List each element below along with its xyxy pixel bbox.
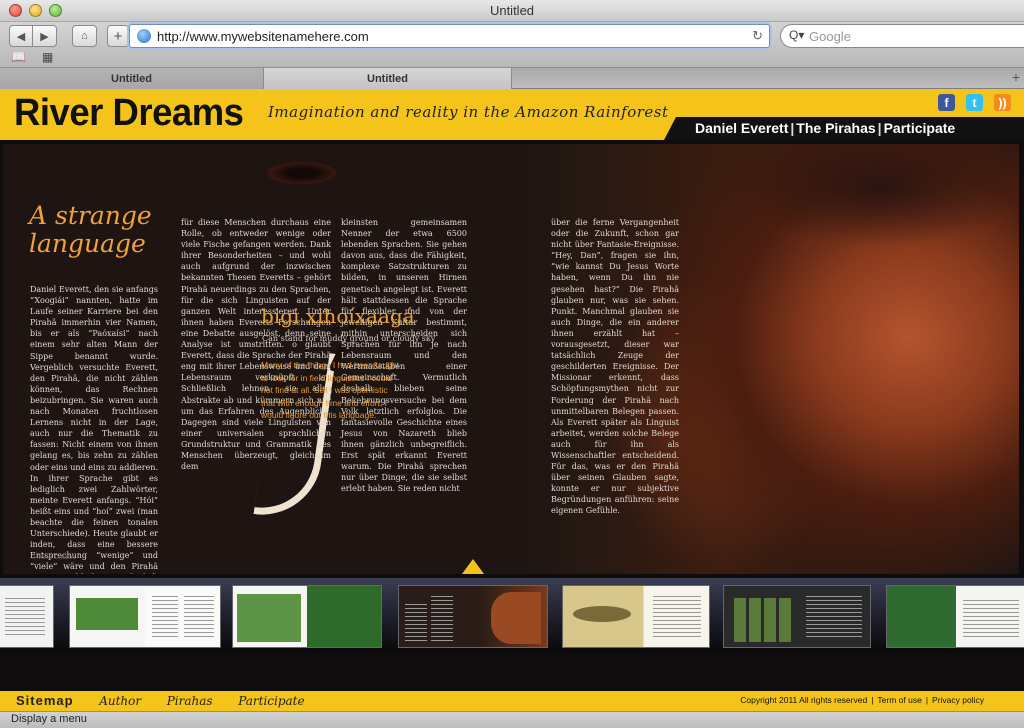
globe-icon [137, 29, 151, 43]
status-text: Display a menu [11, 713, 87, 725]
search-placeholder: Google [809, 29, 851, 44]
page-thumbnail[interactable] [562, 585, 710, 648]
footer-separator: | [925, 695, 929, 705]
pull-quote: Many of the things I had been taught to … [261, 360, 399, 420]
article-column-3: kleinsten gemeinsamen Nenner der etwa 65… [341, 218, 467, 494]
article-column-1: Daniel Everett, den sie anfangs “Xoogiái… [30, 285, 158, 574]
new-tab-button[interactable]: + [1012, 69, 1020, 85]
page-thumbnail[interactable] [886, 585, 1024, 648]
rss-icon[interactable]: )) [994, 94, 1011, 111]
twitter-icon[interactable]: t [966, 94, 983, 111]
page-thumbnail[interactable] [398, 585, 548, 648]
article-title: A strange language [29, 201, 152, 258]
home-button[interactable]: ⌂ [72, 25, 97, 47]
footer-sitemap[interactable]: Sitemap [16, 693, 74, 708]
portrait-eye [268, 162, 336, 184]
status-bar: Display a menu [0, 711, 1024, 728]
footer-link-author[interactable]: Author [99, 694, 141, 708]
add-bookmark-button[interactable]: + [107, 25, 129, 47]
page-thumbnail[interactable] [232, 585, 382, 648]
address-bar[interactable]: http://www.mywebsitenamehere.com ↻ [129, 24, 770, 48]
tab-1[interactable]: Untitled [0, 68, 264, 89]
footer-separator: | [871, 695, 874, 705]
top-navigation: Daniel Everett | The Pirahas | Participate [664, 117, 1024, 140]
back-button[interactable]: ◀ [9, 25, 33, 47]
window-title: Untitled [489, 3, 535, 18]
tab-bar: Untitled Untitled + [0, 68, 1024, 89]
page-thumbnail[interactable] [0, 585, 54, 648]
footer-terms-link[interactable]: Term of use [877, 695, 921, 705]
pull-heading: bigi xihoíxaagá [261, 304, 415, 328]
nav-the-pirahas[interactable]: The Pirahas [796, 120, 875, 136]
page-thumbnail-strip [0, 578, 1024, 650]
article-column-2: für diese Menschen durchaus eine Rolle, … [181, 218, 331, 472]
forward-button[interactable]: ▶ [33, 25, 57, 47]
page-thumbnail[interactable] [723, 585, 871, 648]
tab-2[interactable]: Untitled [264, 68, 512, 89]
browser-toolbar: ◀ ▶ ⌂ + http://www.mywebsitenamehere.com… [0, 22, 1024, 68]
top-sites-icon[interactable]: ▦ [42, 50, 53, 64]
current-page-marker[interactable] [462, 559, 484, 574]
footer-link-participate[interactable]: Participate [238, 694, 304, 708]
website: River Dreams Imagination and reality in … [0, 89, 1024, 711]
url-text[interactable]: http://www.mywebsitenamehere.com [157, 29, 369, 44]
pull-subheading: Can stand for muddy ground or cloudy sky [262, 334, 436, 343]
site-logo[interactable]: River Dreams [14, 92, 244, 135]
search-icon[interactable]: Q▾ [789, 28, 804, 42]
article-column-4: über die ferne Vergangenheit oder die Zu… [551, 218, 679, 516]
site-footer: Sitemap Author Pirahas Participate Copyr… [0, 691, 1024, 711]
footer-privacy-link[interactable]: Privacy policy [932, 695, 984, 705]
magazine-spread: A strange language Daniel Everett, den s… [3, 144, 1019, 574]
footer-link-pirahas[interactable]: Pirahas [167, 694, 213, 708]
nav-participate[interactable]: Participate [884, 120, 956, 136]
footer-copyright: Copyright 2011 All rights reserved [740, 695, 868, 705]
nav-separator: | [790, 120, 795, 136]
window-titlebar: Untitled [0, 0, 1024, 22]
site-header: River Dreams Imagination and reality in … [0, 89, 1024, 140]
bookmarks-icon[interactable]: 📖 [11, 50, 26, 64]
facebook-icon[interactable]: f [938, 94, 955, 111]
spread-footer-link[interactable]: ← River Dreams [31, 555, 75, 561]
nav-separator: | [877, 120, 882, 136]
site-tagline: Imagination and reality in the Amazon Ra… [268, 103, 669, 121]
page-thumbnail[interactable] [69, 585, 221, 648]
nav-daniel-everett[interactable]: Daniel Everett [695, 120, 788, 136]
reload-icon[interactable]: ↻ [752, 28, 763, 44]
search-input[interactable]: Q▾ Google [780, 24, 1024, 48]
